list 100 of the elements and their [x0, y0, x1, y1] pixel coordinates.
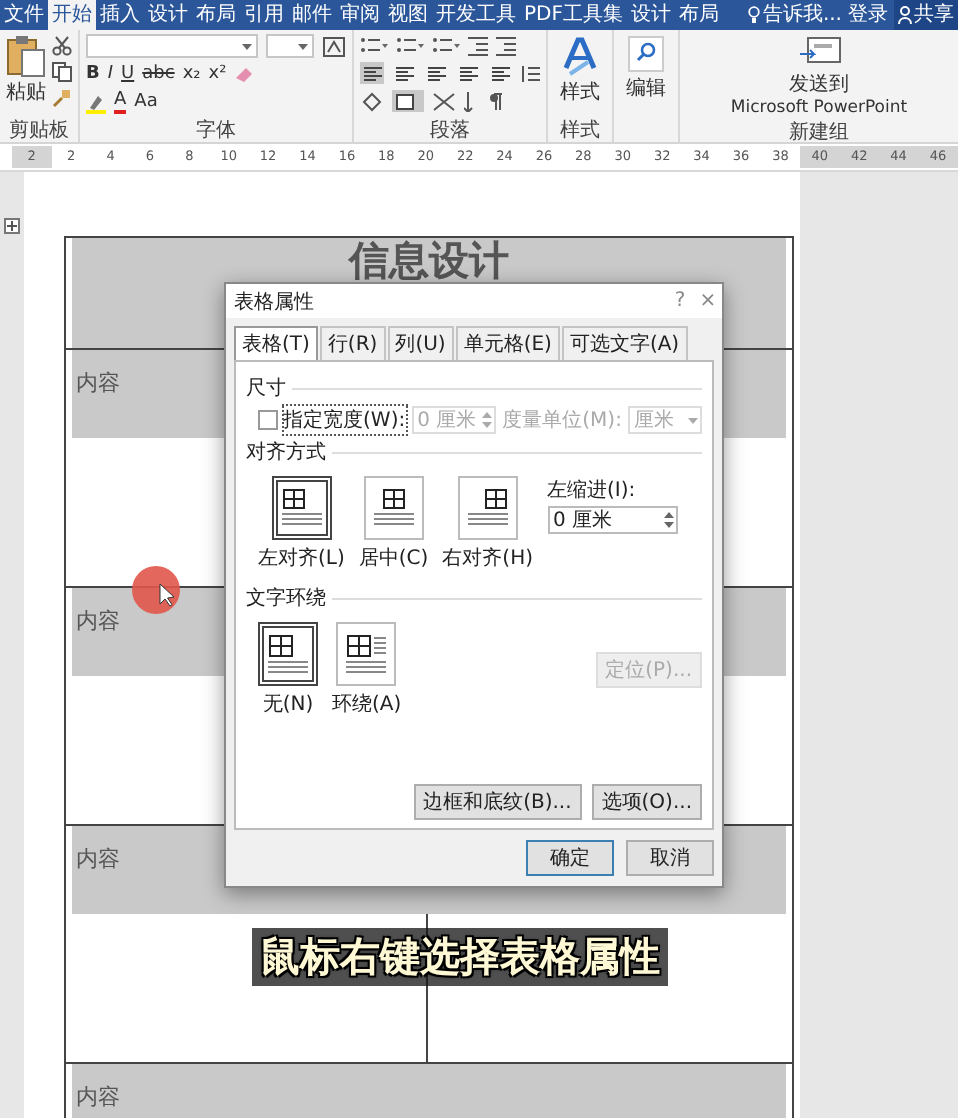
cursor-highlight-icon: [130, 564, 182, 616]
table-alignment-icon: [465, 488, 510, 528]
indent-field[interactable]: 0 厘米: [547, 506, 677, 534]
borders-button[interactable]: [392, 90, 424, 112]
dialog-tab[interactable]: 可选文字(A): [561, 326, 688, 360]
dialog-tab[interactable]: 单元格(E): [455, 326, 560, 360]
align-button[interactable]: [424, 62, 448, 84]
group-label: 字体: [194, 120, 238, 142]
indent-label: 左缩进(I):: [547, 477, 638, 504]
send-to-powerpoint-button[interactable]: 发送到 Microsoft PowerPoint: [724, 34, 914, 122]
ribbon-tab[interactable]: 邮件: [288, 0, 336, 30]
option-label: 左对齐(L): [258, 545, 345, 572]
dropdown-icon: [688, 417, 698, 423]
font-name-field[interactable]: [86, 34, 258, 58]
ribbon-tab[interactable]: 文件: [0, 0, 48, 30]
ribbon-tab[interactable]: 插入: [96, 0, 144, 30]
option-label: 无(N): [262, 692, 314, 718]
ribbon-tab[interactable]: 审阅: [336, 0, 384, 30]
dialog-button[interactable]: 选项(O)...: [591, 784, 702, 820]
alignment-option[interactable]: [457, 476, 518, 540]
indent-icon[interactable]: [496, 35, 516, 55]
pilcrow-icon[interactable]: [488, 91, 504, 111]
close-button[interactable]: ×: [694, 290, 722, 312]
alignment-option[interactable]: [271, 476, 332, 540]
styles-icon: [560, 36, 600, 76]
option-label: 居中(C): [358, 545, 429, 572]
scissors-icon[interactable]: [52, 36, 72, 56]
unit-label: 度量单位(M):: [502, 407, 622, 434]
alignment-option[interactable]: [363, 476, 424, 540]
section-heading: 对齐方式: [246, 439, 326, 466]
brush-icon[interactable]: [52, 88, 72, 108]
table-move-handle-icon[interactable]: [4, 218, 20, 234]
grow-font-icon[interactable]: [322, 35, 346, 57]
spinner-icon[interactable]: [663, 512, 673, 528]
highlighter-icon[interactable]: [86, 91, 106, 113]
tell-me-field[interactable]: 告诉我...: [762, 0, 842, 30]
font-button[interactable]: A: [114, 90, 127, 114]
dialog-tab[interactable]: 列(U): [387, 326, 454, 360]
ribbon-tab[interactable]: 布局: [192, 0, 240, 30]
format-button[interactable]: I: [107, 64, 114, 84]
font-size-field[interactable]: [266, 34, 314, 58]
table-title: 信息设计: [349, 238, 509, 282]
list-icon[interactable]: [396, 35, 424, 55]
dropdown-icon: [298, 43, 308, 49]
editing-button[interactable]: 编辑: [620, 34, 672, 104]
table-alignment-icon: [371, 488, 416, 528]
ribbon-tab[interactable]: 开始: [48, 0, 96, 30]
dialog-button[interactable]: 边框和底纹(B)...: [413, 784, 582, 820]
person-icon: [898, 6, 912, 24]
share-button[interactable]: 共享: [894, 0, 958, 30]
font-button[interactable]: Aa: [134, 92, 158, 112]
dropdown-icon: [242, 43, 252, 49]
ribbon-tab[interactable]: 视图: [384, 0, 432, 30]
indent-icon[interactable]: [468, 35, 488, 55]
ribbon-tab[interactable]: 引用: [240, 0, 288, 30]
align-button[interactable]: [488, 62, 512, 84]
ribbon-tab[interactable]: 开发工具: [432, 0, 520, 30]
section-heading: 文字环绕: [246, 585, 326, 612]
option-label: 环绕(A): [332, 691, 402, 718]
dialog-button[interactable]: 取消: [626, 840, 714, 876]
format-button[interactable]: x²: [208, 64, 227, 84]
wrapping-option[interactable]: [258, 622, 318, 686]
list-icon[interactable]: [360, 35, 388, 55]
dialog-title: 表格属性: [234, 289, 314, 315]
checkbox[interactable]: [258, 410, 278, 430]
group-label: 剪贴板: [7, 120, 71, 142]
dialog-tab[interactable]: 行(R): [319, 326, 386, 360]
help-button[interactable]: ?: [666, 290, 694, 312]
search-icon: [628, 36, 664, 72]
line-spacing-icon[interactable]: [520, 63, 540, 83]
video-subtitle: 鼠标右键选择表格属性: [252, 928, 668, 986]
wrapping-option[interactable]: [336, 622, 397, 686]
login-link[interactable]: 登录: [848, 0, 888, 30]
format-button[interactable]: x₂: [182, 64, 201, 84]
dialog-tab[interactable]: 表格(T): [234, 326, 318, 360]
copy-icon[interactable]: [52, 62, 72, 82]
format-button[interactable]: abc: [142, 64, 175, 84]
dialog-button[interactable]: 确定: [526, 840, 614, 876]
align-button[interactable]: [392, 62, 416, 84]
format-button[interactable]: B: [86, 64, 100, 84]
styles-button[interactable]: 样式: [554, 34, 606, 108]
group-label: 新建组: [787, 122, 851, 144]
align-button[interactable]: [360, 62, 384, 84]
group-label: 段落: [428, 120, 472, 142]
group-label: 样式: [558, 120, 602, 142]
format-button[interactable]: U: [121, 64, 135, 84]
lightbulb-icon: [748, 6, 761, 24]
ribbon-tab[interactable]: 设计: [144, 0, 192, 30]
table-alignment-icon: [279, 488, 324, 528]
ribbon-tab[interactable]: PDF工具集: [520, 0, 627, 30]
checkbox-label[interactable]: 指定宽度(W):: [283, 406, 406, 434]
ribbon-tab[interactable]: 布局: [674, 0, 723, 30]
ribbon-tab[interactable]: 设计: [626, 0, 675, 30]
table-wrapping-icon: [344, 634, 389, 674]
list-icon[interactable]: [432, 35, 460, 55]
table-cell: 内容: [72, 1064, 786, 1118]
section-heading: 尺寸: [246, 375, 286, 402]
paste-button[interactable]: 粘贴: [6, 34, 46, 120]
align-button[interactable]: [456, 62, 480, 84]
table-wrapping-icon: [266, 634, 310, 674]
